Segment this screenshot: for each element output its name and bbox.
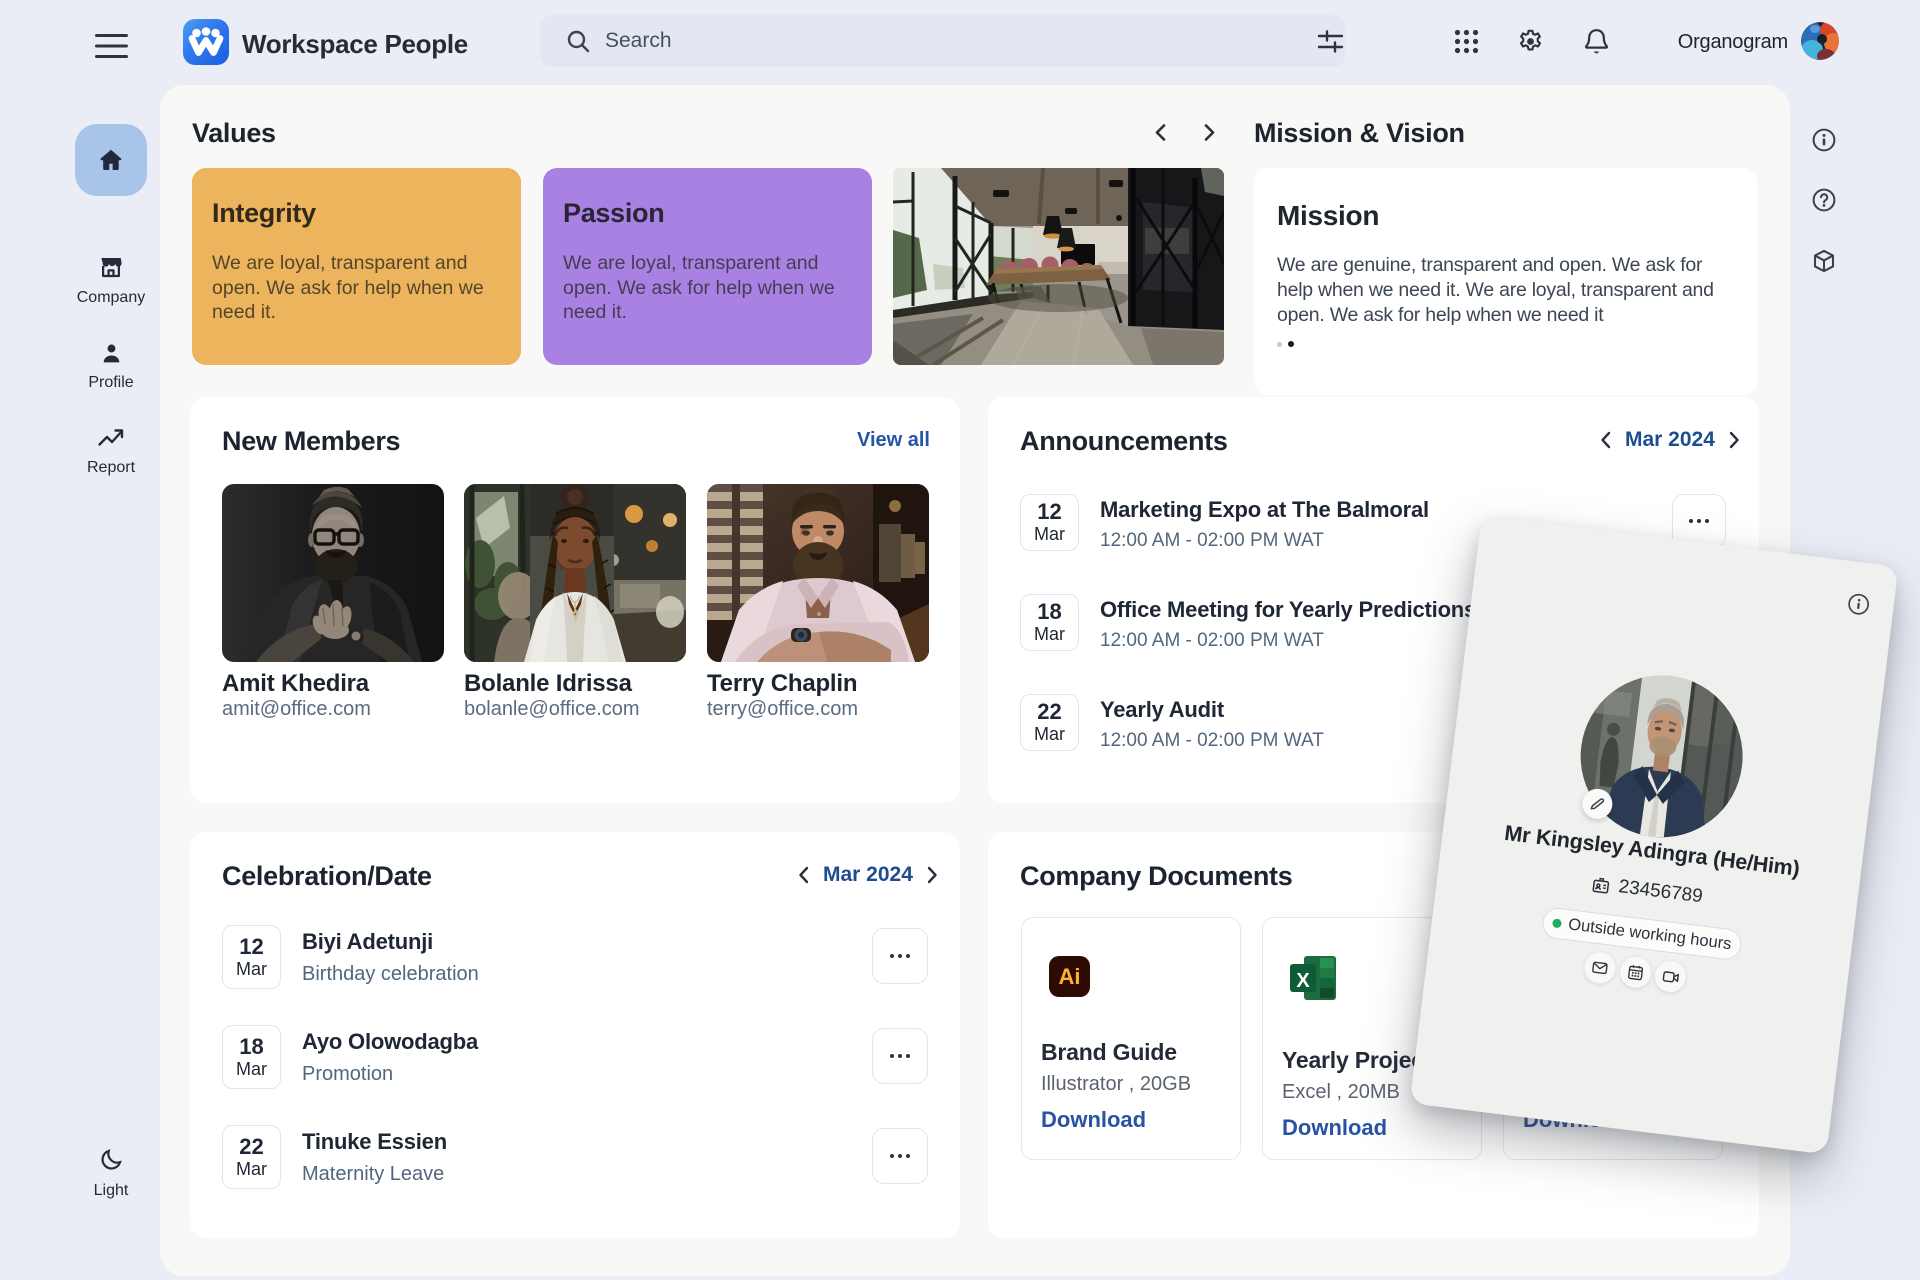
svg-text:X: X	[1296, 970, 1310, 992]
